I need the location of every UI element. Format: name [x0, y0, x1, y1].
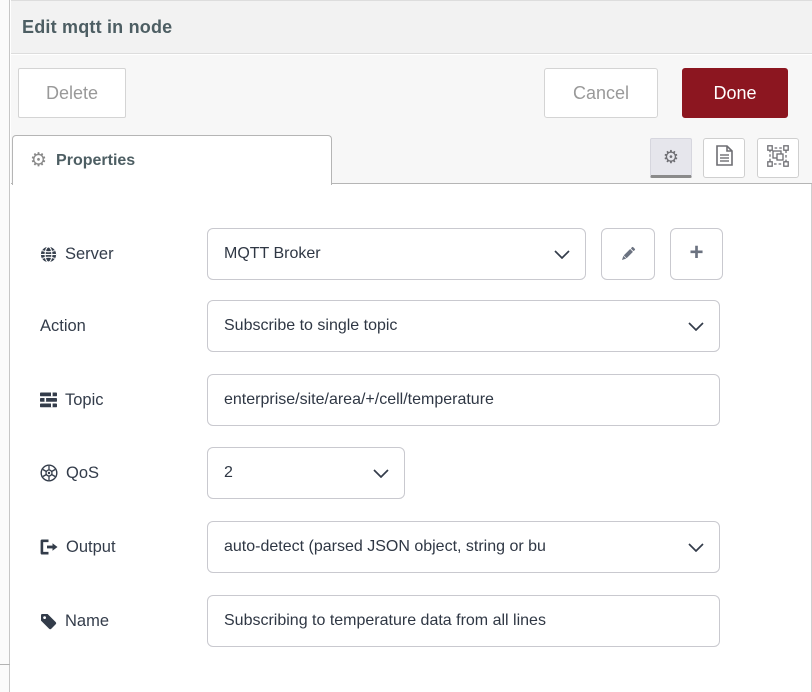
qos-select[interactable]: 2 [207, 447, 405, 499]
globe-icon [40, 246, 57, 263]
chevron-down-icon [373, 469, 389, 478]
sign-out-icon [40, 539, 58, 555]
gear-icon: ⚙ [663, 148, 679, 166]
edit-server-button[interactable] [601, 228, 655, 280]
server-select-value: MQTT Broker [224, 245, 321, 263]
tag-icon [40, 613, 57, 630]
output-label: Output [40, 521, 116, 573]
dialog-title: Edit mqtt in node [22, 17, 172, 38]
tasks-icon [40, 392, 57, 408]
qos-select-value: 2 [224, 464, 233, 482]
name-input[interactable] [207, 595, 720, 647]
workspace-edge-divider [0, 664, 10, 665]
chevron-down-icon [688, 322, 704, 331]
done-button[interactable]: Done [682, 68, 788, 118]
properties-panel: Server MQTT Broker + Action Subscribe to… [11, 184, 812, 692]
object-group-icon [767, 145, 789, 172]
output-select-value: auto-detect (parsed JSON object, string … [224, 538, 546, 556]
output-select[interactable]: auto-detect (parsed JSON object, string … [207, 521, 720, 573]
chevron-down-icon [554, 250, 570, 259]
plus-icon: + [689, 241, 703, 265]
action-select[interactable]: Subscribe to single topic [207, 300, 720, 352]
editor-tabstrip: ⚙ Properties ⚙ [11, 130, 812, 184]
action-select-value: Subscribe to single topic [224, 317, 397, 335]
empire-icon [40, 464, 58, 482]
file-text-icon [716, 145, 733, 171]
chevron-down-icon [688, 543, 704, 552]
topic-input[interactable] [207, 374, 720, 426]
workspace-edge [0, 0, 10, 692]
gear-icon: ⚙ [30, 151, 47, 170]
tab-button-properties[interactable]: ⚙ [650, 138, 692, 178]
cancel-button[interactable]: Cancel [544, 68, 658, 118]
topic-label: Topic [40, 374, 104, 426]
pencil-icon [619, 245, 637, 263]
qos-label: QoS [40, 447, 99, 499]
edit-mqtt-in-node-dialog: { "window": { "title": "Edit mqtt in nod… [0, 0, 812, 692]
tab-button-appearance[interactable] [757, 138, 799, 178]
add-server-button[interactable]: + [670, 228, 723, 280]
server-select[interactable]: MQTT Broker [207, 228, 586, 280]
tab-properties-label: Properties [56, 152, 135, 170]
action-label: Action [40, 300, 86, 352]
dialog-toolbar: Delete Cancel Done [11, 55, 812, 130]
server-label: Server [40, 228, 114, 280]
name-label: Name [40, 595, 109, 647]
tab-properties[interactable]: ⚙ Properties [12, 135, 332, 185]
delete-button[interactable]: Delete [18, 68, 126, 118]
dialog-header: Edit mqtt in node [11, 0, 812, 54]
tab-button-description[interactable] [703, 138, 745, 178]
